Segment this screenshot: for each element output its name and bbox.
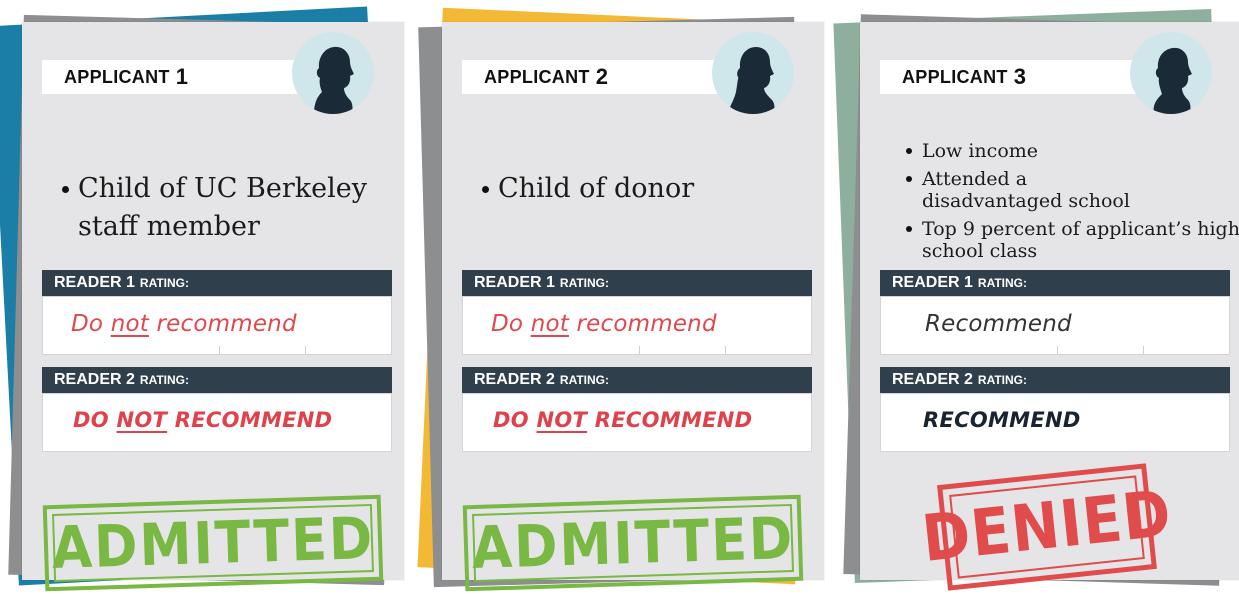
reader-1-rating: Do not recommend (491, 311, 717, 337)
attribute-item: Attended a disadvantaged school (906, 168, 1162, 212)
rating-text: RECOMMEND (167, 408, 333, 432)
attribute-item: Child of UC Berkeley staff member (62, 170, 404, 246)
reader-2-rating: DO NOT RECOMMEND (493, 408, 752, 432)
stamp-text: ADMITTED (470, 503, 796, 583)
rating-suffix: RATING: (559, 373, 610, 387)
reader-1-rating: Recommend (925, 311, 1072, 337)
attribute-item: Top 9 percent of applicant’s high school… (906, 218, 1239, 262)
rating-suffix: RATING: (559, 276, 610, 290)
applicant-attributes: Low income Attended a disadvantaged scho… (906, 140, 1239, 268)
reader-1-rating: Do not recommend (71, 311, 297, 337)
rating-suffix: RATING: (139, 373, 190, 387)
card-sheet: APPLICANT 2 Child of donor READER 1 RATI… (442, 22, 824, 592)
divider (1143, 346, 1144, 354)
card-sheet: APPLICANT 1 Child of UC Berkeley staff m… (22, 22, 404, 592)
applicant-card-1: APPLICANT 1 Child of UC Berkeley staff m… (0, 0, 410, 594)
divider (1057, 346, 1058, 354)
rating-text: DO (493, 408, 537, 432)
divider (725, 346, 726, 354)
reader-2-rating-box: DO NOT RECOMMEND (42, 393, 392, 452)
reader-label: READER 1 (892, 274, 973, 291)
reader-2-rating-box: DO NOT RECOMMEND (462, 393, 812, 452)
card-sheet: APPLICANT 3 Low income Attended a disadv… (860, 22, 1239, 591)
rating-suffix: RATING: (977, 373, 1028, 387)
rating-text: Do (491, 311, 531, 337)
rating-text: recommend (148, 311, 297, 337)
divider (305, 346, 306, 354)
reader-2-header: READER 2 RATING: (880, 367, 1230, 393)
reader-label: READER 1 (54, 274, 135, 291)
reader-1-rating-box: Do not recommend (462, 296, 812, 355)
reader-label: READER 2 (474, 371, 555, 388)
divider (219, 346, 220, 354)
applicant-label: APPLICANT (64, 66, 170, 87)
rating-emphasis: not (110, 311, 149, 337)
divider (639, 346, 640, 354)
reader-label: READER 2 (54, 371, 135, 388)
admitted-stamp: ADMITTED (462, 494, 804, 592)
stamp-text: DENIED (918, 477, 1176, 577)
applicant-attributes: Child of UC Berkeley staff member (62, 170, 404, 246)
rating-text: recommend (568, 311, 717, 337)
applicant-title: APPLICANT 2 (462, 60, 732, 94)
reader-2-rating: DO NOT RECOMMEND (73, 408, 332, 432)
rating-text: Do (71, 311, 111, 337)
denied-stamp: DENIED (919, 463, 1175, 591)
rating-text: DO (73, 408, 117, 432)
applicant-attributes: Child of donor (482, 170, 694, 208)
reader-1-header: READER 1 RATING: (880, 270, 1230, 296)
stamp-text: ADMITTED (50, 503, 376, 583)
rating-emphasis: NOT (536, 408, 588, 432)
male-silhouette-icon (292, 32, 374, 114)
reader-label: READER 1 (474, 274, 555, 291)
applicant-title: APPLICANT 1 (42, 60, 312, 94)
rating-suffix: RATING: (139, 276, 190, 290)
reader-1-rating-box: Do not recommend (42, 296, 392, 355)
rating-suffix: RATING: (977, 276, 1028, 290)
reader-1-header: READER 1 RATING: (462, 270, 812, 296)
applicant-number: 2 (595, 64, 609, 89)
reader-2-header: READER 2 RATING: (42, 367, 392, 393)
applicant-card-3: APPLICANT 3 Low income Attended a disadv… (833, 0, 1239, 594)
applicant-label: APPLICANT (484, 66, 590, 87)
reader-1-rating-box: Recommend (880, 296, 1230, 355)
reader-2-header: READER 2 RATING: (462, 367, 812, 393)
reader-1-header: READER 1 RATING: (42, 270, 392, 296)
rating-emphasis: NOT (116, 408, 168, 432)
applicant-label: APPLICANT (902, 66, 1008, 87)
male-silhouette-icon (1130, 32, 1212, 114)
applicant-number: 3 (1013, 64, 1027, 89)
rating-text: RECOMMEND (587, 408, 753, 432)
reader-label: READER 2 (892, 371, 973, 388)
reader-2-rating: RECOMMEND (923, 408, 1081, 432)
applicant-number: 1 (175, 64, 189, 89)
applicant-card-2: APPLICANT 2 Child of donor READER 1 RATI… (417, 0, 830, 594)
rating-emphasis: not (530, 311, 569, 337)
applicant-title: APPLICANT 3 (880, 60, 1150, 94)
female-silhouette-icon (712, 32, 794, 114)
attribute-item: Low income (906, 140, 1239, 162)
admitted-stamp: ADMITTED (42, 494, 384, 592)
attribute-item: Child of donor (482, 170, 694, 208)
reader-2-rating-box: RECOMMEND (880, 393, 1230, 452)
